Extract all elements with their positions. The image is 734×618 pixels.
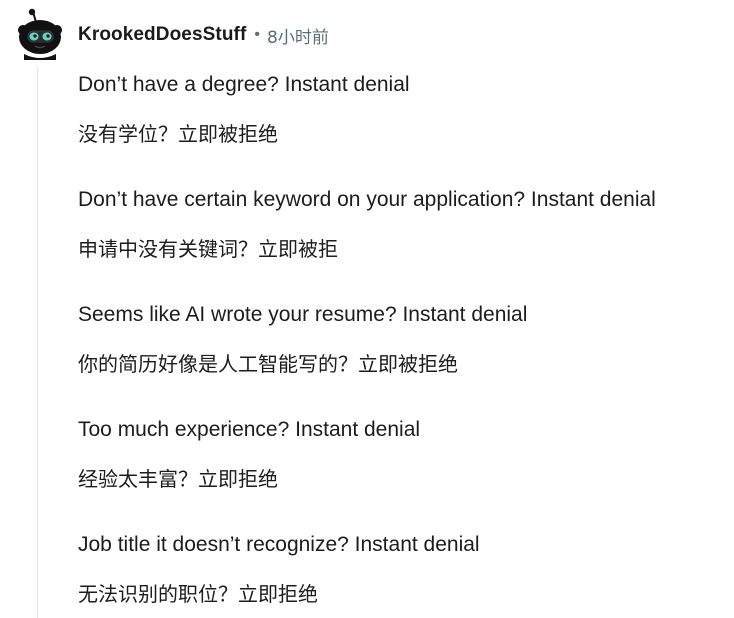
comment-meta: KrookedDoesStuff • 8小时前 (78, 22, 329, 48)
paragraph-5-en: Job title it doesn’t recognize? Instant … (78, 533, 480, 556)
paragraph-1-zh: 没有学位？立即被拒绝 (78, 122, 278, 146)
paragraph-4-en: Too much experience? Instant denial (78, 418, 421, 441)
avatar[interactable] (14, 8, 64, 60)
meta-separator: • (254, 26, 260, 43)
snoo-avatar-icon (18, 8, 62, 60)
paragraph-3-en: Seems like AI wrote your resume? Instant… (78, 303, 528, 326)
paragraph-3-zh: 你的简历好像是人工智能写的？立即被拒绝 (78, 352, 458, 376)
paragraph-1-en: Don’t have a degree? Instant denial (78, 73, 410, 96)
paragraph-5-zh: 无法识别的职位？立即拒绝 (78, 582, 318, 606)
comment: KrookedDoesStuff • 8小时前 Don’t have a deg… (0, 0, 734, 618)
author-name[interactable]: KrookedDoesStuff (78, 24, 246, 46)
paragraph-2-zh: 申请中没有关键词？立即被拒 (78, 237, 338, 261)
comment-timestamp[interactable]: 8小时前 (267, 23, 329, 48)
paragraph-2-en: Don’t have certain keyword on your appli… (78, 188, 656, 211)
paragraph-4-zh: 经验太丰富？立即拒绝 (78, 467, 278, 491)
thread-line[interactable] (37, 66, 38, 618)
